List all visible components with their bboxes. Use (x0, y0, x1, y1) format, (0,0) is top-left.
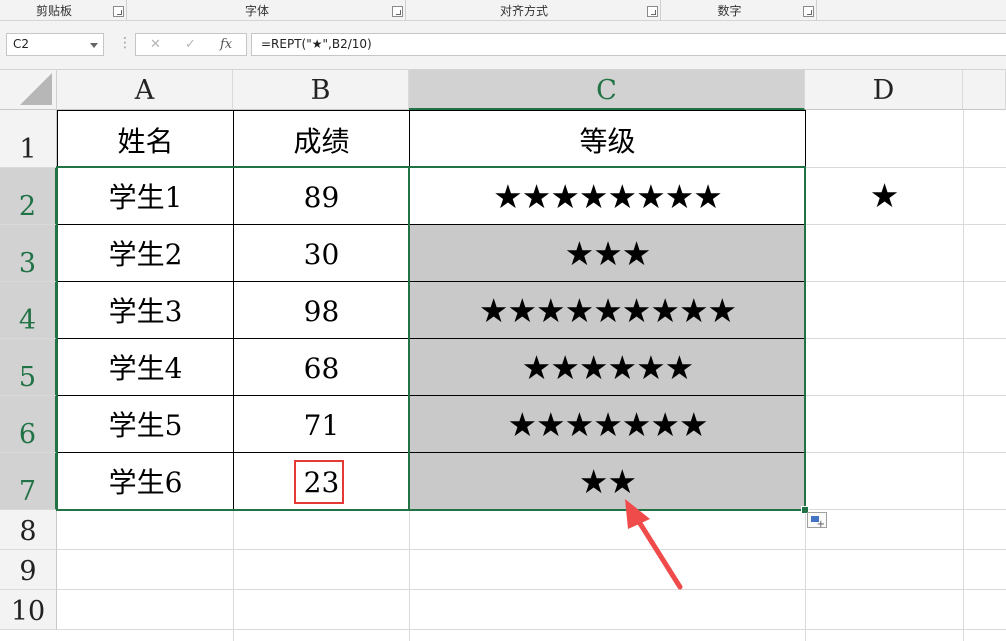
selection-range (408, 166, 806, 511)
dialog-launcher-icon[interactable] (647, 6, 658, 17)
insert-function-icon[interactable]: fx (220, 37, 232, 52)
formula-input[interactable]: =REPT("★",B2/10) (251, 33, 1006, 56)
name-box[interactable]: C2 (6, 33, 104, 56)
gridline (805, 281, 1006, 282)
row-header-3[interactable]: 3 (0, 225, 57, 282)
ribbon-group-number: 数字 (661, 0, 817, 20)
cell-d2[interactable]: ★ (805, 167, 963, 225)
column-header-d[interactable]: D (805, 70, 963, 110)
formula-bar-row: C2 ⋮ ✕ ✓ fx =REPT("★",B2/10) (0, 21, 1006, 70)
row-header-7[interactable]: 7 (0, 453, 57, 510)
ribbon-group-label: 对齐方式 (499, 4, 548, 18)
chevron-down-icon[interactable] (90, 43, 98, 48)
row-header-6[interactable]: 6 (0, 396, 57, 453)
row-header-5[interactable]: 5 (0, 339, 57, 396)
row-header-10[interactable]: 10 (0, 590, 57, 630)
quick-analysis-icon[interactable] (807, 512, 827, 530)
dialog-launcher-icon[interactable] (803, 6, 814, 17)
ribbon-group-label: 剪贴板 (35, 4, 72, 18)
select-all-corner[interactable] (0, 70, 57, 110)
ribbon-group-label: 字体 (244, 4, 269, 18)
cancel-icon[interactable]: ✕ (150, 37, 161, 52)
gridline (57, 589, 1006, 590)
row-header-2[interactable]: 2 (0, 168, 57, 225)
column-header-a[interactable]: A (57, 70, 233, 110)
ribbon-group-bar: 剪贴板 字体 对齐方式 数字 (0, 0, 1006, 21)
row-number: 1 (19, 134, 37, 165)
column-header-b[interactable]: B (233, 70, 409, 110)
row-header-9[interactable]: 9 (0, 550, 57, 590)
column-header-e[interactable] (963, 70, 1006, 110)
row-number: 8 (19, 516, 37, 547)
row-number: 4 (18, 305, 37, 336)
ribbon-group-alignment: 对齐方式 (406, 0, 661, 20)
name-box-value: C2 (13, 37, 30, 51)
grip-icon: ⋮ (118, 35, 132, 51)
gridline (805, 338, 1006, 339)
gridline (805, 452, 1006, 453)
formula-text: =REPT("★",B2/10) (261, 37, 372, 51)
select-all-triangle-icon (20, 73, 52, 105)
gridline (233, 510, 234, 641)
gridline (57, 549, 1006, 550)
formula-buttons: ✕ ✓ fx (135, 33, 247, 56)
header-cell-name[interactable]: 姓名 (57, 110, 234, 168)
row-number: 3 (18, 248, 37, 279)
row-number: 5 (18, 362, 37, 393)
enter-icon[interactable]: ✓ (185, 37, 196, 52)
row-number: 6 (18, 419, 37, 450)
row-header-4[interactable]: 4 (0, 282, 57, 339)
gridline (57, 629, 1006, 630)
header-cell-score[interactable]: 成绩 (233, 110, 410, 168)
ribbon-group-label: 数字 (717, 4, 742, 18)
column-header-c[interactable]: C (409, 70, 805, 110)
row-header-1[interactable]: 1 (0, 110, 57, 168)
row-number: 2 (18, 191, 37, 222)
gridline (963, 110, 964, 641)
dialog-launcher-icon[interactable] (392, 6, 403, 17)
dialog-launcher-icon[interactable] (113, 6, 124, 17)
ribbon-group-font: 字体 (127, 0, 406, 20)
row-header-8[interactable]: 8 (0, 510, 57, 550)
spreadsheet-grid: A B C D 1 2 3 4 5 6 7 8 9 10 姓名 成绩 等级 学生… (0, 70, 1006, 641)
row-number: 7 (18, 476, 37, 507)
row-number: 9 (19, 556, 37, 587)
arrow-annotation-icon (625, 499, 683, 590)
row-number: 10 (10, 596, 46, 627)
header-cell-grade[interactable]: 等级 (409, 110, 806, 168)
row-selection-outline (56, 166, 408, 511)
gridline (409, 510, 410, 641)
gridline (805, 395, 1006, 396)
ribbon-group-clipboard: 剪贴板 (0, 0, 127, 20)
